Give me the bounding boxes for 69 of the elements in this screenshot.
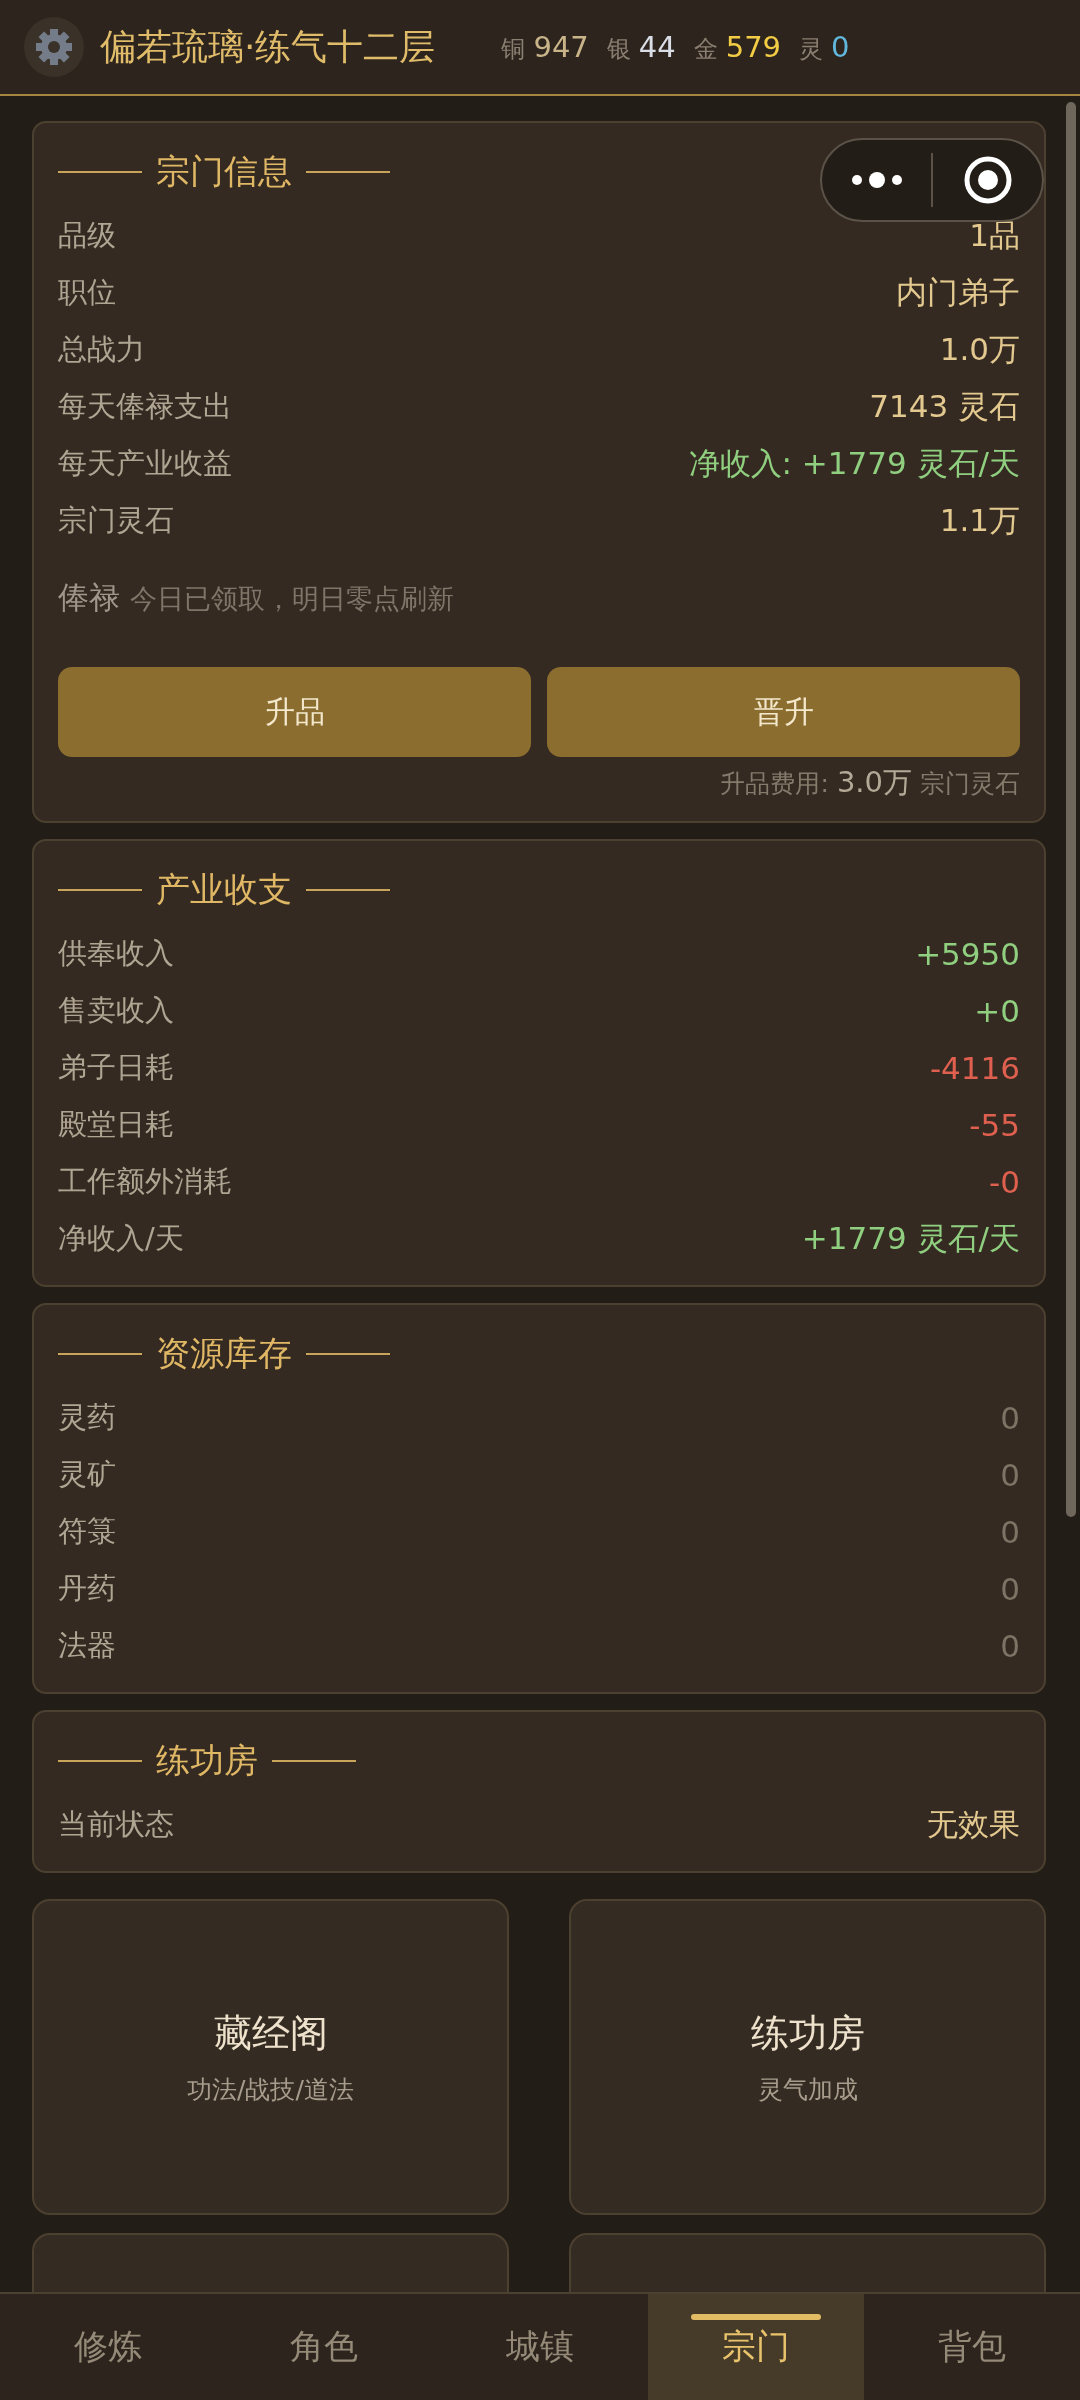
tile-title: 练功房 [750,2010,865,2057]
row-label: 灵矿 [58,1455,116,1493]
row-value: 0 [1000,1456,1020,1493]
currency-value: 0 [831,29,850,64]
currency-value: 44 [638,29,676,64]
row-label: 法器 [58,1626,116,1664]
tile-title: 藏经阁 [213,2010,328,2057]
currency-value: 947 [533,29,589,64]
row-value: -4116 [929,1049,1020,1086]
row-label: 净收入/天 [58,1219,184,1257]
row-value: 1.0万 [939,329,1020,369]
cost-value: 3.0万 [836,764,912,801]
row-value: 0 [1000,1399,1020,1436]
row-label: 殿堂日耗 [58,1105,174,1143]
section-title: 产业收支 [156,868,292,911]
row-label: 弟子日耗 [58,1048,174,1086]
row-label: 丹药 [58,1569,116,1607]
row-value: -0 [989,1163,1020,1200]
nav-tab[interactable]: 宗门 [648,2294,864,2400]
currency-label: 银 [606,33,631,65]
row-value: +0 [974,992,1020,1029]
row-label: 每天产业收益 [58,444,232,482]
action-button[interactable]: 晋升 [547,667,1020,757]
row-label: 宗门灵石 [58,501,174,539]
row-value: 0 [1000,1627,1020,1664]
action-button[interactable]: 升品 [58,667,531,757]
feature-tile[interactable]: 藏经阁 功法/战技/道法 [32,1899,509,2215]
nav-tab[interactable]: 角色 [216,2294,432,2400]
nav-tab[interactable]: 背包 [864,2294,1080,2400]
row-label: 每天俸禄支出 [58,387,232,425]
row-label: 职位 [58,273,116,311]
row-label: 总战力 [58,330,145,368]
section-title: 宗门信息 [156,150,292,193]
row-label: 符箓 [58,1512,116,1550]
row-value: 1品 [969,215,1020,255]
row-label: 品级 [58,216,116,254]
currency-label: 金 [693,33,718,65]
row-value: 净收入: +1779 灵石/天 [688,443,1020,483]
currency-label: 铜 [501,33,526,65]
note-text: 今日已领取，明日零点刷新 [130,582,454,616]
row-label: 供奉收入 [58,934,174,972]
row-value: 0 [1000,1513,1020,1550]
row-label: 当前状态 [58,1805,174,1843]
row-value: +5950 [915,935,1020,972]
nav-tab[interactable]: 城镇 [432,2294,648,2400]
section-title: 练功房 [156,1739,258,1782]
cost-label: 升品费用: [720,768,829,800]
tile-subtitle: 功法/战技/道法 [187,2074,354,2106]
row-label: 灵药 [58,1398,116,1436]
feature-tile[interactable]: 练功房 灵气加成 [569,1899,1046,2215]
row-value: +1779 灵石/天 [801,1218,1020,1258]
currency-value: 579 [725,29,782,64]
row-value: 1.1万 [939,500,1020,540]
row-value: 7143 灵石 [869,386,1020,426]
section-title: 资源库存 [156,1332,292,1375]
player-title: 偏若琉璃·练气十二层 [100,24,436,69]
tile-subtitle: 灵气加成 [757,2074,858,2106]
row-value: 无效果 [927,1804,1020,1844]
nav-tab[interactable]: 修炼 [0,2294,216,2400]
settings-icon[interactable] [24,17,84,77]
row-label: 售卖收入 [58,991,174,1029]
row-label: 工作额外消耗 [58,1162,232,1200]
close-icon[interactable] [962,155,1013,205]
row-value: -55 [969,1106,1020,1143]
currency-label: 灵 [799,33,824,65]
note-label: 俸禄 [58,578,120,617]
row-value: 内门弟子 [896,272,1020,312]
cost-unit: 宗门灵石 [920,768,1020,800]
row-value: 0 [1000,1570,1020,1607]
